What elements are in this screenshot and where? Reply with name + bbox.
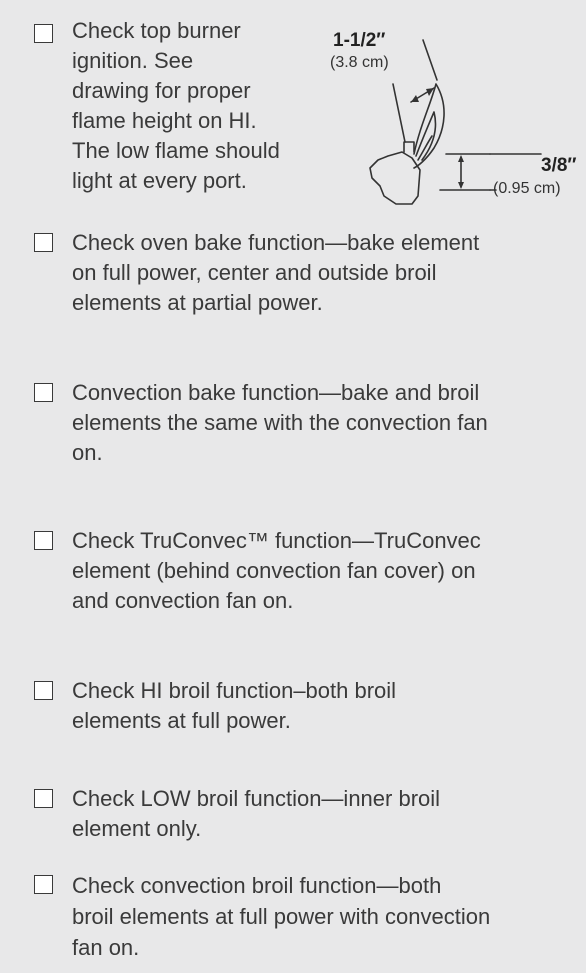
checkbox[interactable] — [34, 531, 53, 550]
checkbox[interactable] — [34, 233, 53, 252]
checkbox[interactable] — [34, 875, 53, 894]
item-text: Convection bake function—bake and broil … — [72, 380, 488, 465]
checkbox[interactable] — [34, 383, 53, 402]
checkbox[interactable] — [34, 681, 53, 700]
total-height-leader — [393, 84, 405, 142]
item-text: Check convection broil function—both bro… — [72, 873, 491, 960]
burner-cap-shape — [370, 152, 420, 204]
flame-height-diagram: 1-1/2″ (3.8 cm) 3/8″ (0.95 cm) — [0, 0, 586, 210]
item-text: Check LOW broil function—inner broil ele… — [72, 786, 441, 841]
total-height-leader-2 — [423, 40, 437, 80]
checkbox[interactable] — [34, 789, 53, 808]
burner-flame-drawing — [0, 0, 586, 210]
item-text: Check oven bake function—bake element on… — [72, 230, 480, 315]
burner-port — [404, 142, 414, 152]
item-text: Check TruConvec™ function—TruConvec elem… — [72, 528, 481, 613]
item-text: Check HI broil function–both broil eleme… — [72, 678, 397, 733]
